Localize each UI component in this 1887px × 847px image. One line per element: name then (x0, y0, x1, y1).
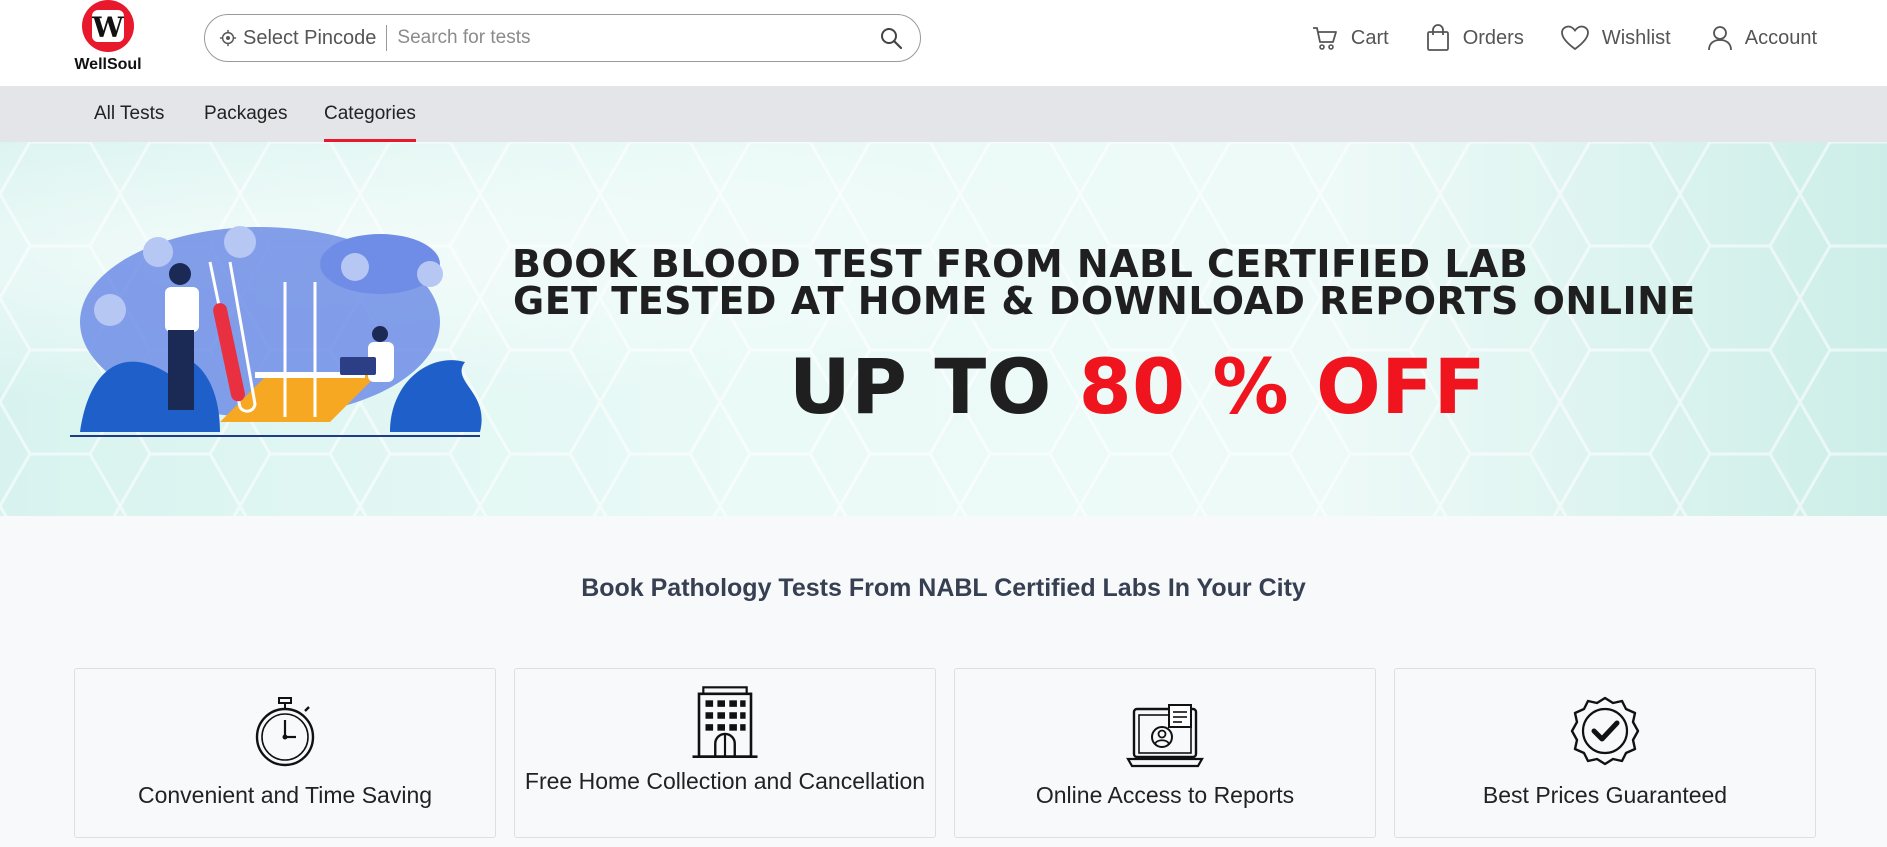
wishlist-label: Wishlist (1601, 26, 1671, 49)
feature-card-convenient: Convenient and Time Saving (74, 668, 496, 838)
bag-icon (1426, 24, 1449, 51)
banner-offer: UP TO 80 % OFF (0, 342, 1887, 431)
banner-offer-prefix: UP TO (789, 342, 1079, 431)
feature-label: Best Prices Guaranteed (1482, 782, 1728, 808)
tab-packages[interactable]: Packages (204, 86, 287, 142)
laptop-report-icon (1126, 704, 1204, 768)
feature-card-best-prices: Best Prices Guaranteed (1394, 668, 1816, 838)
banner-offer-discount: 80 % OFF (1078, 342, 1487, 431)
feature-label: Online Access to Reports (1035, 782, 1295, 808)
building-icon (692, 686, 758, 758)
search-button[interactable] (868, 15, 914, 61)
cart-link[interactable]: Cart (1311, 20, 1389, 56)
wishlist-link[interactable]: Wishlist (1560, 20, 1671, 56)
stopwatch-icon (255, 697, 315, 767)
search-divider (386, 25, 388, 51)
cart-label: Cart (1350, 26, 1389, 49)
badge-check-icon (1570, 696, 1640, 766)
tab-categories[interactable]: Categories (324, 86, 416, 142)
orders-link[interactable]: Orders (1425, 20, 1524, 56)
account-label: Account (1744, 26, 1817, 49)
search-bar: Select Pincode (204, 14, 921, 62)
tab-all-tests[interactable]: All Tests (94, 86, 164, 142)
feature-card-home-collection: Free Home Collection and Cancellation (514, 668, 936, 838)
cart-icon (1312, 27, 1337, 50)
svg-text:W: W (91, 11, 124, 44)
category-tabs: All Tests Packages Categories (0, 86, 1887, 142)
orders-label: Orders (1462, 26, 1524, 49)
pincode-label: Select Pincode (243, 26, 377, 49)
feature-card-online-reports: Online Access to Reports (954, 668, 1376, 838)
feature-label: Convenient and Time Saving (137, 782, 433, 808)
location-target-icon (219, 29, 237, 47)
user-icon (1707, 26, 1732, 51)
brand-logo[interactable]: W WellSoul (70, 0, 146, 80)
feature-label: Free Home Collection and Cancellation (524, 768, 926, 794)
heart-icon (1560, 25, 1589, 51)
site-header: W WellSoul Select Pincode Search for tes… (0, 0, 1887, 86)
search-input[interactable] (397, 27, 868, 49)
search-icon (881, 28, 903, 50)
account-link[interactable]: Account (1707, 20, 1817, 56)
pincode-selector[interactable]: Select Pincode (205, 27, 376, 50)
logo-mark-icon: W (82, 0, 134, 52)
banner-headline-2: GET TESTED AT HOME & DOWNLOAD REPORTS ON… (513, 279, 1696, 323)
promo-banner[interactable]: BOOK BLOOD TEST FROM NABL CERTIFIED LAB … (0, 142, 1887, 516)
brand-name: WellSoul (74, 56, 142, 73)
header-actions: Cart Orders Wishlist Account (1311, 20, 1817, 56)
section-title: Book Pathology Tests From NABL Certified… (581, 574, 1306, 602)
